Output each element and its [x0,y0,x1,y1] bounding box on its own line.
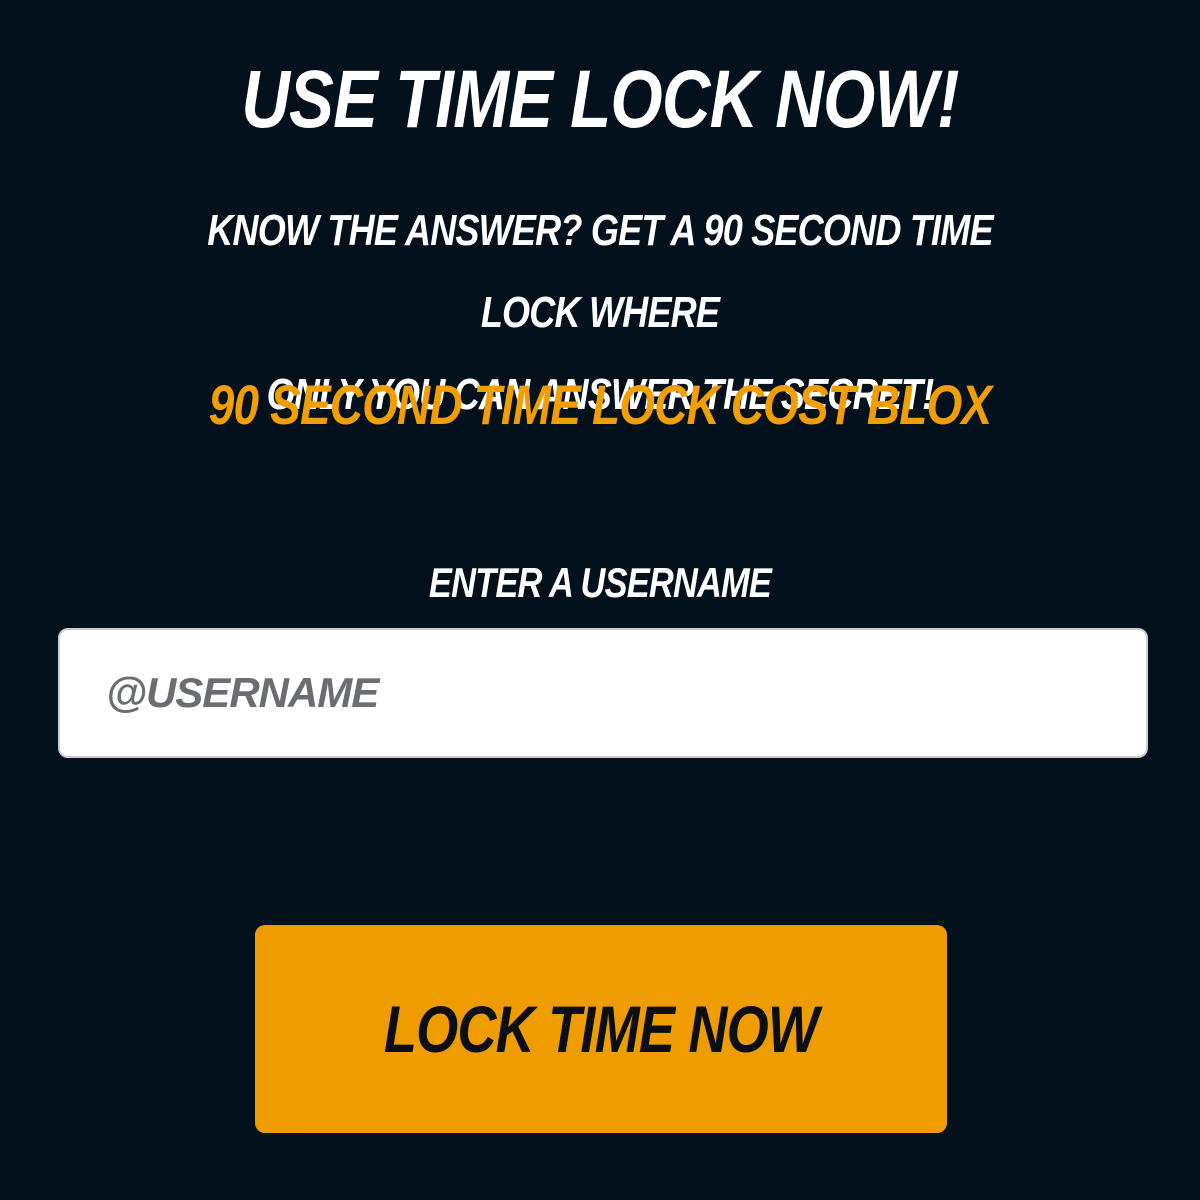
cost-text: 90 SECOND TIME LOCK COST BLOX [208,373,992,436]
page-title: USE TIME LOCK NOW! [241,54,959,145]
description-line-1: KNOW THE ANSWER? GET A 90 SECOND TIME LO… [207,206,993,337]
lock-time-now-button[interactable]: LOCK TIME NOW [255,925,947,1133]
lock-time-now-label: LOCK TIME NOW [383,992,819,1066]
username-input[interactable] [60,630,1146,756]
username-field[interactable] [58,628,1148,758]
username-label: ENTER A USERNAME [428,559,772,606]
time-lock-panel: USE TIME LOCK NOW! KNOW THE ANSWER? GET … [0,0,1200,1200]
